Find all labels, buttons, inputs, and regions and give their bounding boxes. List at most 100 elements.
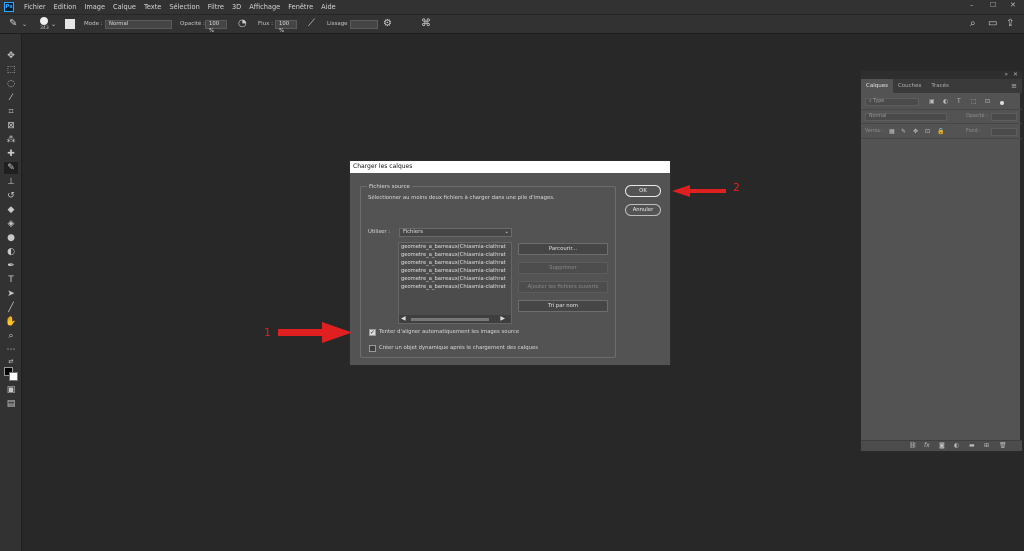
fill-field[interactable] [991,128,1017,136]
lasso-tool-icon[interactable]: ◌ [4,78,18,90]
new-layer-icon[interactable]: ⊞ [984,442,989,450]
smart-object-checkbox[interactable] [369,345,376,352]
filter-pixel-icon[interactable]: ▣ [929,98,935,106]
path-selection-tool-icon[interactable]: ➤ [4,288,18,300]
menu-filtre[interactable]: Filtre [204,3,228,11]
lock-position-icon[interactable]: ✥ [913,128,918,136]
scroll-right-icon[interactable]: ▶ [500,315,505,323]
filter-type-icon[interactable]: T [957,98,961,106]
clone-stamp-tool-icon[interactable]: ⊥ [4,176,18,188]
menu-edition[interactable]: Edition [50,3,81,11]
delete-layer-icon[interactable]: 🗑 [999,442,1007,450]
add-mask-icon[interactable]: ◙ [939,442,945,450]
healing-brush-tool-icon[interactable]: ✚ [4,148,18,160]
crop-tool-icon[interactable]: ⌗ [4,106,18,118]
lock-all-icon[interactable]: 🔒 [937,128,944,136]
list-item[interactable]: geometre_a_barreaux(Chiasmia-clathrat [399,275,507,283]
filter-smart-object-icon[interactable]: ⊡ [985,98,990,106]
remove-button[interactable]: Supprimer [518,262,608,274]
menu-affichage[interactable]: Affichage [245,3,284,11]
quick-selection-tool-icon[interactable]: ⁄ [4,92,18,104]
list-item[interactable]: geometre_a_barreaux(Chiasmia-clathrat [399,243,507,251]
airbrush-icon[interactable]: ⟋ [308,19,315,29]
scroll-left-icon[interactable]: ◀ [401,315,406,323]
blend-mode-select[interactable]: Normal [865,113,947,121]
auto-align-label[interactable]: Tenter d'aligner automatiquement les ima… [379,328,519,336]
tab-calques[interactable]: Calques [861,79,893,93]
menu-fenetre[interactable]: Fenêtre [284,3,317,11]
lock-pixels-icon[interactable]: ✎ [901,128,906,136]
move-tool-icon[interactable]: ✥ [4,50,18,62]
lock-artboard-icon[interactable]: ⊡ [925,128,930,136]
marquee-tool-icon[interactable]: ⬚ [4,64,18,76]
blur-tool-icon[interactable]: ● [4,232,18,244]
brush-tool-icon-active[interactable]: ✎ [4,162,18,174]
background-color-swatch[interactable] [9,372,18,381]
pressure-opacity-icon[interactable]: ◔ [238,19,247,29]
type-tool-icon[interactable]: T [4,274,18,286]
lock-transparency-icon[interactable]: ▦ [889,128,895,136]
close-window-button[interactable]: ✕ [1010,1,1016,9]
filter-shape-icon[interactable]: ⬚ [971,98,977,106]
maximize-button[interactable]: ☐ [990,1,996,9]
hand-tool-icon[interactable]: ✋ [4,316,18,328]
adjustment-layer-icon[interactable]: ◐ [954,442,959,450]
tool-preset-chevron-icon[interactable]: ⌄ [22,20,27,30]
history-brush-tool-icon[interactable]: ↺ [4,190,18,202]
tab-couches[interactable]: Couches [893,79,926,93]
flow-field[interactable]: 100 % [275,20,297,34]
menu-selection[interactable]: Sélection [165,3,203,11]
smoothing-field[interactable] [350,20,378,29]
brush-chevron-icon[interactable]: ⌄ [51,20,56,30]
mode-select[interactable]: Normal [105,20,172,29]
symmetry-icon[interactable]: ⌘ [421,19,431,29]
menu-texte[interactable]: Texte [140,3,165,11]
list-item[interactable]: geometre_a_barreaux(Chiasmia-clathrat [399,259,507,267]
menu-aide[interactable]: Aide [317,3,340,11]
list-item[interactable]: geometre_a_barreaux(Chiasmia-clathrat [399,251,507,259]
eraser-tool-icon[interactable]: ◆ [4,204,18,216]
settings-gear-icon[interactable]: ⚙ [383,19,392,29]
browse-button[interactable]: Parcourir... [518,243,608,255]
filter-toggle-icon[interactable] [1000,101,1004,105]
brush-settings-icon[interactable] [65,19,75,29]
layer-filter-select[interactable]: ⌕ Type [865,98,919,106]
share-icon[interactable]: ⇪ [1006,19,1014,29]
auto-align-checkbox[interactable]: ✓ [369,329,376,336]
paint-bucket-tool-icon[interactable]: ◈ [4,218,18,230]
eyedropper-tool-icon[interactable]: ⁂ [4,134,18,146]
collapse-panel-icon[interactable]: » [1004,71,1008,79]
zoom-tool-icon[interactable]: ⌕ [4,330,18,342]
filter-adjustment-icon[interactable]: ◐ [943,98,948,106]
more-tools-icon[interactable]: ⋯ [4,344,18,356]
cancel-button[interactable]: Annuler [625,204,661,216]
sort-by-name-button[interactable]: Tri par nom [518,300,608,312]
list-item[interactable]: geometre_a_barreaux(Chiasmia-clathrat [399,283,507,291]
scroll-thumb[interactable] [411,318,489,321]
search-icon[interactable]: ⌕ [970,19,976,29]
menu-calque[interactable]: Calque [109,3,140,11]
pen-tool-icon[interactable]: ✒ [4,260,18,272]
workspace-icon[interactable]: ▭ [988,19,997,29]
menu-image[interactable]: Image [80,3,109,11]
horizontal-scrollbar[interactable]: ◀ ▶ [399,315,511,323]
close-panel-icon[interactable]: ✕ [1013,71,1018,79]
panel-menu-icon[interactable]: ≡ [1011,79,1017,93]
brush-tool-icon[interactable]: ✎ [9,19,17,29]
tab-traces[interactable]: Tracés [926,79,953,93]
smart-object-label[interactable]: Créer un objet dynamique après le charge… [379,344,538,352]
layer-style-icon[interactable]: fx [924,442,930,450]
list-item[interactable]: geometre_a_barreaux(Chiasmia-clathrat [399,267,507,275]
menu-fichier[interactable]: Fichier [20,3,50,11]
opacity-field[interactable]: 100 % [205,20,227,34]
frame-tool-icon[interactable]: ⊠ [4,120,18,132]
quick-mask-icon[interactable]: ▣ [4,384,18,396]
files-list[interactable]: geometre_a_barreaux(Chiasmia-clathrat ge… [398,242,512,324]
add-open-files-button[interactable]: Ajouter les fichiers ouverts [518,281,608,293]
layer-opacity-field[interactable] [991,113,1017,121]
use-select[interactable]: Fichiers ⌄ [399,228,512,237]
new-group-icon[interactable]: ▬ [969,442,975,450]
line-tool-icon[interactable]: ╱ [4,302,18,314]
ok-button[interactable]: OK [625,185,661,197]
menu-3d[interactable]: 3D [228,3,245,11]
